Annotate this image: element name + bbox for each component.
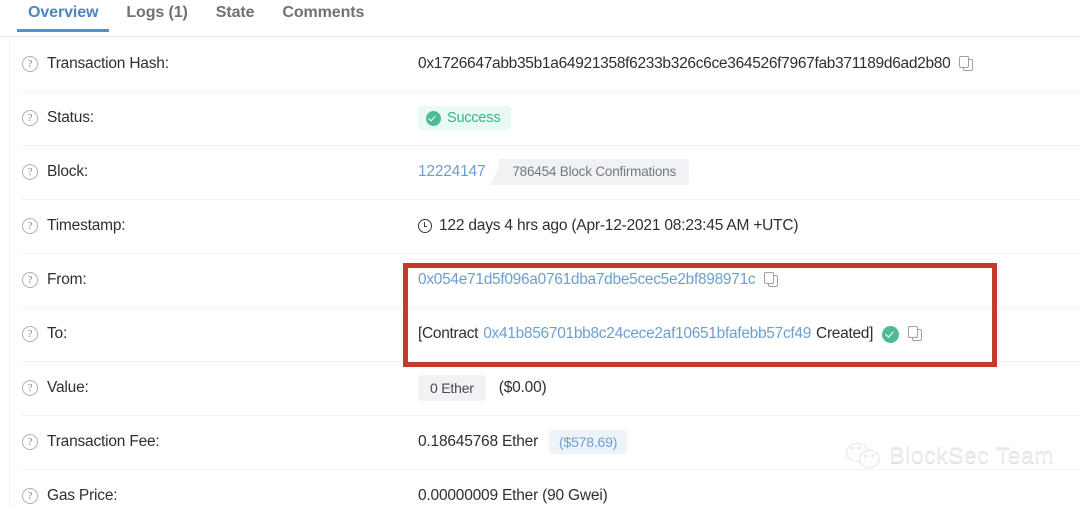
status-badge: Success bbox=[418, 106, 512, 130]
fee-ether-text: 0.18645768 Ether bbox=[418, 433, 539, 450]
tab-state[interactable]: State bbox=[202, 0, 269, 31]
timestamp-text: 122 days 4 hrs ago (Apr-12-2021 08:23:45… bbox=[439, 217, 799, 234]
label-text: Block: bbox=[47, 163, 89, 180]
help-icon[interactable]: ? bbox=[22, 110, 38, 126]
label-block: ? Block: bbox=[22, 163, 418, 181]
tab-overview[interactable]: Overview bbox=[14, 0, 112, 32]
copy-icon[interactable] bbox=[908, 326, 923, 342]
help-icon[interactable]: ? bbox=[22, 164, 38, 180]
fee-fiat-pill: ($578.69) bbox=[549, 430, 628, 454]
help-icon[interactable]: ? bbox=[22, 326, 38, 342]
label-status: ? Status: bbox=[22, 109, 418, 127]
value-block: 12224147 786454 Block Confirmations bbox=[418, 159, 1080, 185]
value-timestamp: 122 days 4 hrs ago (Apr-12-2021 08:23:45… bbox=[418, 217, 1080, 235]
value-fiat-text: ($0.00) bbox=[498, 379, 547, 396]
value-transaction-hash: 0x1726647abb35b1a64921358f6233b326c6ce36… bbox=[418, 55, 1080, 73]
contract-prefix-text: [Contract bbox=[418, 325, 479, 342]
row-timestamp: ? Timestamp: 122 days 4 hrs ago (Apr-12-… bbox=[0, 199, 1080, 253]
row-to: ? To: [Contract 0x41b856701bb8c24cece2af… bbox=[0, 307, 1080, 361]
block-confirmations-pill: 786454 Block Confirmations bbox=[499, 159, 690, 185]
value-status: Success bbox=[418, 106, 1080, 130]
help-icon[interactable]: ? bbox=[22, 218, 38, 234]
from-address-link[interactable]: 0x054e71d5f096a0761dba7dbe5cec5e2bf89897… bbox=[418, 271, 756, 289]
row-transaction-hash: ? Transaction Hash: 0x1726647abb35b1a649… bbox=[0, 37, 1080, 91]
contract-suffix-text: Created] bbox=[816, 325, 874, 342]
block-number-link[interactable]: 12224147 bbox=[418, 163, 486, 181]
row-gas-price: ? Gas Price: 0.00000009 Ether (90 Gwei) bbox=[0, 469, 1080, 523]
value-from: 0x054e71d5f096a0761dba7dbe5cec5e2bf89897… bbox=[418, 271, 1080, 289]
label-transaction-hash: ? Transaction Hash: bbox=[22, 55, 418, 73]
status-text: Success bbox=[447, 110, 501, 126]
label-text: Status: bbox=[47, 109, 94, 126]
label-text: Gas Price: bbox=[47, 487, 118, 504]
help-icon[interactable]: ? bbox=[22, 272, 38, 288]
help-icon[interactable]: ? bbox=[22, 380, 38, 396]
value-ether-pill: 0 Ether bbox=[418, 375, 486, 401]
watermark-text: BlockSec Team bbox=[889, 442, 1054, 468]
help-icon[interactable]: ? bbox=[22, 488, 38, 504]
verified-check-icon bbox=[882, 325, 900, 343]
gas-price-text: 0.00000009 Ether (90 Gwei) bbox=[418, 487, 608, 504]
value-value: 0 Ether ($0.00) bbox=[418, 375, 1080, 401]
help-icon[interactable]: ? bbox=[22, 434, 38, 450]
row-block: ? Block: 12224147 786454 Block Confirmat… bbox=[0, 145, 1080, 199]
check-circle-icon bbox=[426, 110, 441, 126]
watermark: BlockSec Team bbox=[846, 442, 1054, 469]
contract-address-link[interactable]: 0x41b856701bb8c24cece2af10651bfafebb57cf… bbox=[483, 325, 811, 343]
clock-icon bbox=[418, 219, 432, 233]
label-text: Transaction Hash: bbox=[47, 55, 169, 72]
label-to: ? To: bbox=[22, 325, 418, 343]
label-transaction-fee: ? Transaction Fee: bbox=[22, 433, 418, 451]
tab-logs[interactable]: Logs (1) bbox=[112, 0, 201, 31]
label-text: Transaction Fee: bbox=[47, 433, 160, 450]
value-gas-price: 0.00000009 Ether (90 Gwei) bbox=[418, 487, 1080, 505]
label-text: Value: bbox=[47, 379, 89, 396]
wechat-icon bbox=[846, 442, 881, 469]
copy-icon[interactable] bbox=[959, 56, 974, 72]
value-to: [Contract 0x41b856701bb8c24cece2af10651b… bbox=[418, 325, 1080, 343]
label-timestamp: ? Timestamp: bbox=[22, 217, 418, 235]
tab-comments[interactable]: Comments bbox=[268, 0, 378, 31]
row-status: ? Status: Success bbox=[0, 91, 1080, 145]
transaction-hash-text: 0x1726647abb35b1a64921358f6233b326c6ce36… bbox=[418, 55, 951, 72]
label-gas-price: ? Gas Price: bbox=[22, 487, 418, 505]
help-icon[interactable]: ? bbox=[22, 56, 38, 72]
label-from: ? From: bbox=[22, 271, 418, 289]
row-from: ? From: 0x054e71d5f096a0761dba7dbe5cec5e… bbox=[0, 253, 1080, 307]
label-text: From: bbox=[47, 271, 87, 288]
row-value: ? Value: 0 Ether ($0.00) bbox=[0, 361, 1080, 415]
tab-bar: Overview Logs (1) State Comments bbox=[0, 0, 1080, 37]
label-text: Timestamp: bbox=[47, 217, 126, 234]
label-value: ? Value: bbox=[22, 379, 418, 397]
copy-icon[interactable] bbox=[764, 272, 779, 288]
label-text: To: bbox=[47, 325, 68, 342]
